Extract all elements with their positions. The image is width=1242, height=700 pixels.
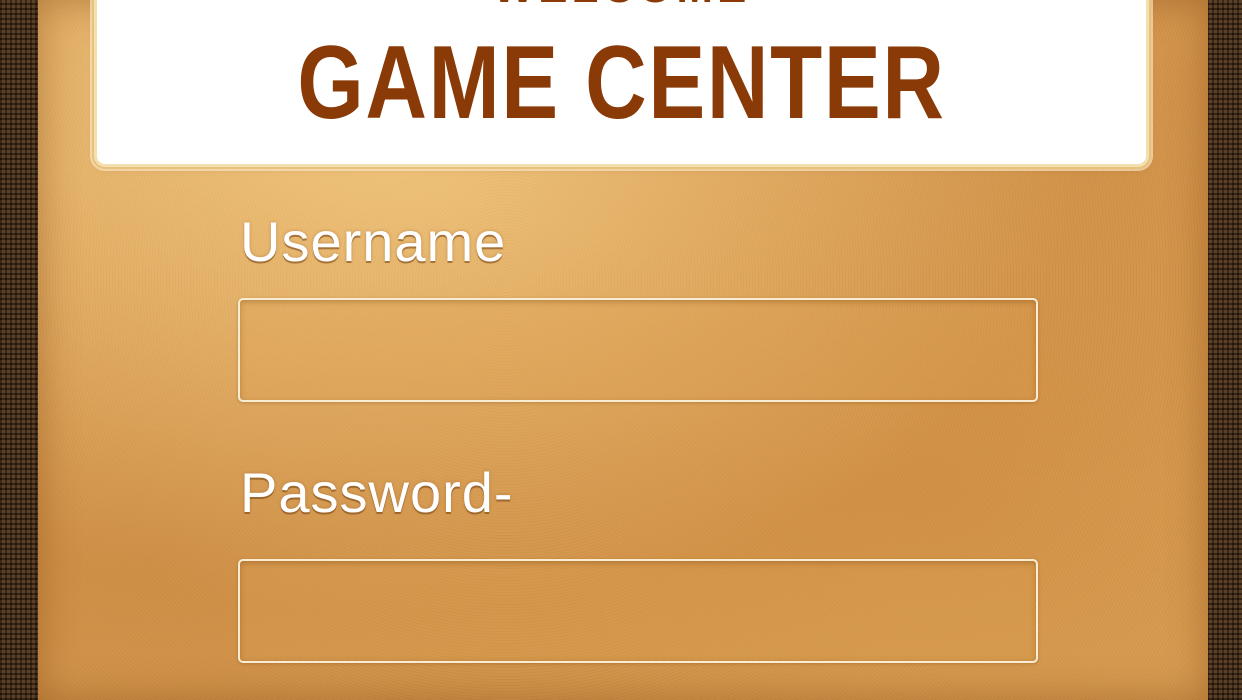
username-input[interactable]: [238, 298, 1038, 402]
password-label: Password-: [240, 461, 514, 524]
welcome-text: WELCOME: [97, 0, 1146, 10]
password-input[interactable]: [238, 559, 1038, 663]
left-frame-border: [0, 0, 42, 700]
title-banner: WELCOME GAME CENTER: [97, 0, 1146, 164]
page-title: GAME CENTER: [297, 25, 946, 141]
username-label: Username: [240, 210, 507, 273]
right-frame-border: [1202, 0, 1242, 700]
